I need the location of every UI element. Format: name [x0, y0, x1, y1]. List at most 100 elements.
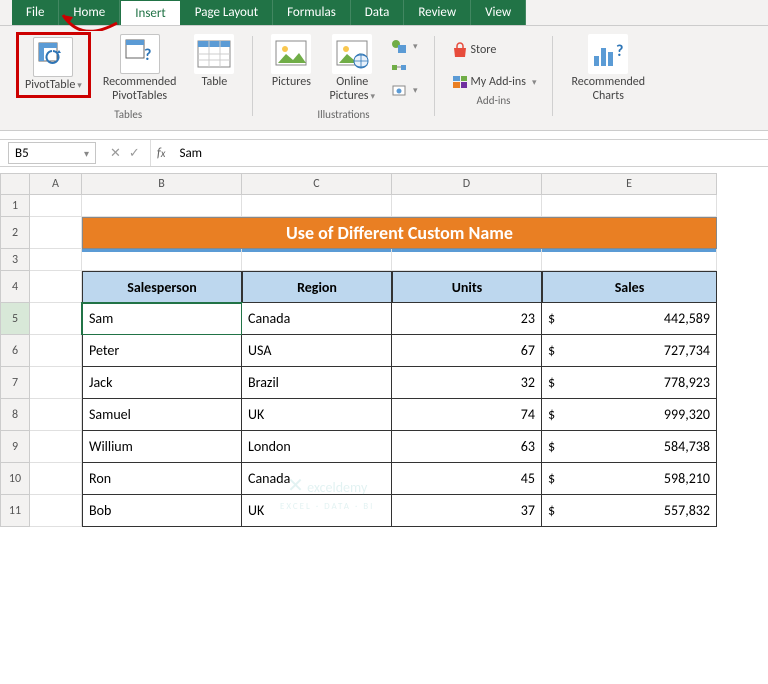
screenshot-button[interactable] — [387, 80, 422, 100]
table-icon — [194, 34, 234, 74]
cell-salesperson[interactable]: Samuel — [82, 399, 242, 431]
pivottable-button[interactable]: PivotTable — [16, 32, 91, 98]
tab-review[interactable]: Review — [404, 0, 471, 25]
col-header-E[interactable]: E — [542, 173, 717, 195]
cell-units[interactable]: 32 — [392, 367, 542, 399]
cell[interactable] — [242, 195, 392, 217]
my-addins-button[interactable]: My Add-ins — [447, 72, 541, 92]
accept-formula-icon[interactable]: ✓ — [129, 146, 140, 161]
cell-region[interactable]: Canada — [242, 303, 392, 335]
smartart-button[interactable] — [387, 58, 422, 78]
title-cell[interactable]: Use of Different Custom Name — [82, 217, 717, 249]
row-header[interactable]: 5 — [0, 303, 30, 335]
ribbon: PivotTable ? Recommended PivotTables Tab… — [0, 26, 768, 131]
fx-icon[interactable]: fx — [150, 140, 172, 166]
tab-insert[interactable]: Insert — [120, 0, 181, 25]
cell-region[interactable]: London — [242, 431, 392, 463]
cell-region[interactable]: USA — [242, 335, 392, 367]
cell[interactable] — [30, 399, 82, 431]
tab-formulas[interactable]: Formulas — [273, 0, 351, 25]
cell-salesperson[interactable]: Bob — [82, 495, 242, 527]
pictures-button[interactable]: Pictures — [265, 32, 317, 92]
cell[interactable] — [82, 249, 242, 271]
store-button[interactable]: Store — [447, 40, 501, 60]
row-header[interactable]: 6 — [0, 335, 30, 367]
cell-salesperson[interactable]: Willium — [82, 431, 242, 463]
cell-salesperson[interactable]: Peter — [82, 335, 242, 367]
cancel-formula-icon[interactable]: ✕ — [110, 146, 121, 161]
cell-region[interactable]: Brazil — [242, 367, 392, 399]
header-region[interactable]: Region — [242, 271, 392, 303]
header-units[interactable]: Units — [392, 271, 542, 303]
row-header[interactable]: 9 — [0, 431, 30, 463]
row-header[interactable]: 2 — [0, 217, 30, 249]
cell[interactable] — [30, 271, 82, 303]
cell[interactable] — [30, 195, 82, 217]
cell-sales[interactable]: $584,738 — [542, 431, 717, 463]
cell[interactable] — [30, 431, 82, 463]
cell-salesperson[interactable]: Ron — [82, 463, 242, 495]
tab-page-layout[interactable]: Page Layout — [181, 0, 273, 25]
row-header[interactable]: 10 — [0, 463, 30, 495]
cell-units[interactable]: 45 — [392, 463, 542, 495]
select-all-corner[interactable] — [0, 173, 30, 195]
cell-units[interactable]: 67 — [392, 335, 542, 367]
cell[interactable] — [30, 217, 82, 249]
name-box[interactable]: B5 — [8, 142, 96, 164]
cell-units[interactable]: 37 — [392, 495, 542, 527]
cell[interactable] — [542, 249, 717, 271]
col-header-C[interactable]: C — [242, 173, 392, 195]
cell[interactable] — [30, 303, 82, 335]
row-header[interactable]: 8 — [0, 399, 30, 431]
row-header[interactable]: 7 — [0, 367, 30, 399]
cell[interactable] — [82, 195, 242, 217]
cell[interactable] — [30, 335, 82, 367]
table-button[interactable]: Table — [188, 32, 240, 92]
formula-input[interactable]: Sam — [171, 146, 768, 161]
cell-sales[interactable]: $999,320 — [542, 399, 717, 431]
recommended-pivottables-button[interactable]: ? Recommended PivotTables — [97, 32, 183, 106]
tab-file[interactable]: File — [12, 0, 59, 25]
cell-region[interactable]: UK — [242, 495, 392, 527]
online-pictures-button[interactable]: Online Pictures — [323, 32, 381, 106]
spreadsheet-grid: A B C D E 1 2 3 4 5 6 7 8 9 10 11 ✕ exce… — [0, 173, 768, 527]
header-salesperson[interactable]: Salesperson — [82, 271, 242, 303]
cell[interactable] — [30, 495, 82, 527]
recommended-pivottables-label: Recommended PivotTables — [103, 76, 177, 104]
header-sales[interactable]: Sales — [542, 271, 717, 303]
col-header-D[interactable]: D — [392, 173, 542, 195]
col-header-B[interactable]: B — [82, 173, 242, 195]
cell[interactable] — [30, 249, 82, 271]
cell-salesperson[interactable]: Jack — [82, 367, 242, 399]
recommended-charts-button[interactable]: ? Recommended Charts — [565, 32, 651, 106]
cell-salesperson[interactable]: Sam — [82, 303, 242, 335]
row-header[interactable]: 11 — [0, 495, 30, 527]
tab-insert-label: Insert — [135, 6, 166, 21]
cell-sales[interactable]: $442,589 — [542, 303, 717, 335]
cell-sales[interactable]: $778,923 — [542, 367, 717, 399]
shapes-button[interactable] — [387, 36, 422, 56]
cell-sales[interactable]: $557,832 — [542, 495, 717, 527]
cell-region[interactable]: Canada — [242, 463, 392, 495]
tab-data[interactable]: Data — [351, 0, 405, 25]
row-header[interactable]: 4 — [0, 271, 30, 303]
cell-region[interactable]: UK — [242, 399, 392, 431]
cell-units[interactable]: 74 — [392, 399, 542, 431]
cell[interactable] — [30, 367, 82, 399]
cell-sales[interactable]: $727,734 — [542, 335, 717, 367]
cell-sales[interactable]: $598,210 — [542, 463, 717, 495]
col-header-A[interactable]: A — [30, 173, 82, 195]
cell-units[interactable]: 23 — [392, 303, 542, 335]
cell-units[interactable]: 63 — [392, 431, 542, 463]
tab-view[interactable]: View — [471, 0, 526, 25]
cell[interactable] — [242, 249, 392, 271]
cell[interactable] — [542, 195, 717, 217]
row-header[interactable]: 3 — [0, 249, 30, 271]
chevron-down-icon — [84, 146, 89, 161]
cell[interactable] — [392, 249, 542, 271]
tab-home[interactable]: Home — [59, 0, 120, 25]
separator — [252, 36, 253, 116]
cell[interactable] — [392, 195, 542, 217]
cell[interactable] — [30, 463, 82, 495]
row-header[interactable]: 1 — [0, 195, 30, 217]
